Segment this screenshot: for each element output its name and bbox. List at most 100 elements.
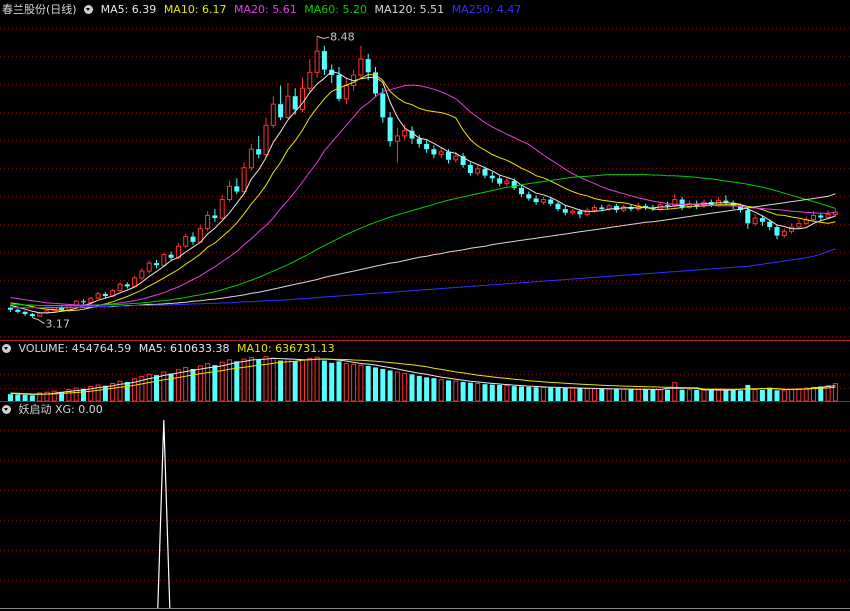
volume-bar-103 xyxy=(759,389,765,401)
high-price-label: 8.48 xyxy=(316,30,355,43)
volume-bar-31 xyxy=(234,361,240,401)
candle-33 xyxy=(248,143,254,171)
candle-82 xyxy=(606,203,612,212)
candle-72 xyxy=(533,195,539,205)
ma10-label: MA10: 6.17 xyxy=(163,3,227,16)
volume-bar-52 xyxy=(387,370,393,401)
candle-24 xyxy=(183,233,189,249)
candle-109 xyxy=(803,216,809,225)
volume-bar-85 xyxy=(628,389,634,401)
volume-bar-70 xyxy=(519,386,524,401)
candle-48 xyxy=(358,45,364,78)
candle-3 xyxy=(29,312,35,318)
candle-39 xyxy=(292,88,298,115)
volume-bar-39 xyxy=(292,361,298,401)
candle-37 xyxy=(278,85,284,121)
candle-40 xyxy=(300,77,305,113)
volume-bar-63 xyxy=(467,382,473,401)
volume-bar-53 xyxy=(394,371,400,402)
volume-bar-79 xyxy=(584,388,590,402)
volume-bar-110 xyxy=(811,386,816,402)
candle-90 xyxy=(665,201,670,210)
candle-34 xyxy=(256,135,262,159)
volume-bar-20 xyxy=(154,375,159,401)
volume-bar-60 xyxy=(446,380,451,401)
candle-36 xyxy=(270,96,276,128)
volume-bar-32 xyxy=(241,358,247,402)
candle-44 xyxy=(329,64,335,83)
volume-bar-76 xyxy=(562,388,568,401)
indicator-panel-header: 妖启动 XG: 0.00 xyxy=(2,403,107,417)
candle-76 xyxy=(562,205,568,216)
volume-bar-99 xyxy=(730,390,736,401)
volume-bar-6 xyxy=(51,390,57,402)
collapse-arrow-icon[interactable] xyxy=(2,344,11,353)
volume-bar-30 xyxy=(227,359,232,402)
volume-bar-16 xyxy=(124,381,130,401)
candle-71 xyxy=(526,191,532,201)
line-ma20 xyxy=(10,84,836,306)
candle-25 xyxy=(190,232,196,245)
volume-bar-29 xyxy=(219,361,225,402)
volume-bar-84 xyxy=(621,388,627,402)
xg-signal-line xyxy=(157,419,171,609)
volume-bar-35 xyxy=(263,356,269,402)
candle-12 xyxy=(95,291,101,300)
candle-1 xyxy=(15,308,21,314)
volume-bar-97 xyxy=(716,389,722,402)
candle-43 xyxy=(321,45,327,75)
volume-label: VOLUME: 454764.59 xyxy=(18,342,132,355)
collapse-arrow-icon[interactable] xyxy=(2,405,11,414)
candle-53 xyxy=(394,127,400,163)
volume-bar-57 xyxy=(424,377,430,401)
line-ma120 xyxy=(10,193,836,309)
candle-27 xyxy=(205,211,211,232)
volume-bar-78 xyxy=(577,388,583,401)
volume-bar-24 xyxy=(183,366,189,402)
volume-bar-67 xyxy=(497,384,503,401)
candle-111 xyxy=(818,212,824,221)
volume-bar-21 xyxy=(161,371,167,402)
candle-38 xyxy=(285,82,291,119)
indicator-signal xyxy=(0,419,850,609)
volume-ma5-label: MA5: 610633.38 xyxy=(138,342,230,355)
candle-29 xyxy=(219,195,225,220)
volume-bars xyxy=(8,356,838,402)
candle-49 xyxy=(365,53,371,81)
volume-bar-104 xyxy=(767,387,773,401)
volume-bar-83 xyxy=(613,389,619,401)
volume-bar-13 xyxy=(102,385,108,401)
volume-bar-3 xyxy=(29,395,35,401)
candle-15 xyxy=(117,282,123,292)
volume-bar-65 xyxy=(482,384,488,401)
volume-bar-36 xyxy=(270,357,276,402)
candlesticks xyxy=(8,36,838,318)
candle-66 xyxy=(489,171,495,183)
volume-bar-51 xyxy=(380,368,386,401)
candle-30 xyxy=(227,180,232,202)
volume-bar-64 xyxy=(475,382,481,402)
volume-bar-23 xyxy=(175,369,181,402)
price-panel-header: 春兰股份(日线) MA5: 6.39 MA10: 6.17 MA20: 5.61… xyxy=(2,3,525,17)
volume-bar-54 xyxy=(402,373,408,402)
candle-77 xyxy=(570,209,576,216)
candle-2 xyxy=(22,310,28,317)
volume-bar-50 xyxy=(373,367,378,401)
volume-bar-71 xyxy=(526,386,532,401)
candle-51 xyxy=(380,88,386,123)
volume-bar-93 xyxy=(686,389,692,402)
volume-panel-header: VOLUME: 454764.59 MA5: 610633.38 MA10: 6… xyxy=(2,342,339,356)
candle-20 xyxy=(154,259,159,269)
candle-108 xyxy=(796,219,802,229)
candle-13 xyxy=(102,291,108,298)
volume-bar-81 xyxy=(599,388,605,401)
volume-bar-1 xyxy=(15,394,21,401)
volume-bar-96 xyxy=(708,390,714,401)
ma5-label: MA5: 6.39 xyxy=(100,3,157,16)
candle-18 xyxy=(139,268,145,281)
ma20-label: MA20: 5.61 xyxy=(234,3,297,16)
volume-bar-45 xyxy=(336,361,342,401)
candle-106 xyxy=(781,228,787,238)
stock-chart[interactable]: 8.48 3.17 xyxy=(0,0,850,611)
collapse-arrow-icon[interactable] xyxy=(84,5,94,14)
